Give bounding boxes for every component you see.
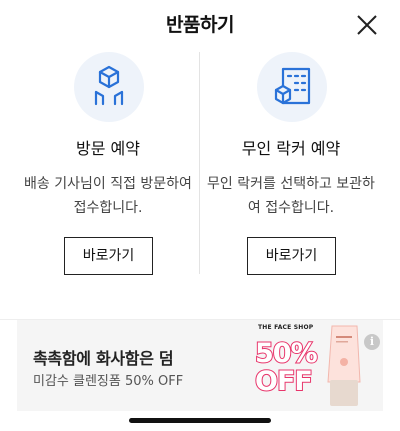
- ad-banner[interactable]: 촉촉함에 화사함은 덤 미감수 클렌징폼 50% OFF THE FACE SH…: [17, 320, 383, 411]
- cleansing-foam-tube-image: [327, 325, 361, 406]
- delivery-box-icon: [94, 65, 124, 106]
- locker-option-title: 무인 락커 예약: [241, 139, 341, 158]
- locker-go-button[interactable]: 바로가기: [247, 237, 336, 275]
- return-options: 방문 예약 배송 기사님이 직접 방문하여 접수합니다. 바로가기 무인 락커 …: [0, 50, 400, 280]
- visit-option-description: 배송 기사님이 직접 방문하여 접수합니다.: [24, 176, 192, 216]
- discount-percent: 50%: [254, 338, 319, 369]
- locker-option-description: 무인 락커를 선택하고 보관하여 접수합니다.: [207, 176, 375, 216]
- locker-reservation-option: 무인 락커 예약 무인 락커를 선택하고 보관하여 접수합니다. 바로가기: [191, 50, 391, 280]
- home-indicator: [129, 418, 271, 423]
- locker-icon-circle: [257, 52, 327, 122]
- locker-icon: [274, 67, 311, 105]
- discount-badge: 50% OFF: [254, 338, 319, 398]
- ad-subtitle: 미감수 클렌징폼 50% OFF: [33, 374, 184, 389]
- ad-title: 촉촉함에 화사함은 덤: [33, 349, 174, 368]
- visit-option-title: 방문 예약: [76, 139, 140, 158]
- discount-off: OFF: [254, 366, 314, 397]
- ad-brand-logo: THE FACE SHOP: [258, 324, 314, 331]
- close-icon: [357, 15, 377, 35]
- header: 반품하기: [0, 0, 400, 48]
- visit-go-button[interactable]: 바로가기: [64, 237, 153, 275]
- page-title: 반품하기: [166, 14, 234, 36]
- visit-icon-circle: [74, 52, 144, 122]
- close-button[interactable]: [355, 13, 379, 37]
- info-icon[interactable]: i: [364, 334, 380, 350]
- visit-reservation-option: 방문 예약 배송 기사님이 직접 방문하여 접수합니다. 바로가기: [8, 50, 208, 280]
